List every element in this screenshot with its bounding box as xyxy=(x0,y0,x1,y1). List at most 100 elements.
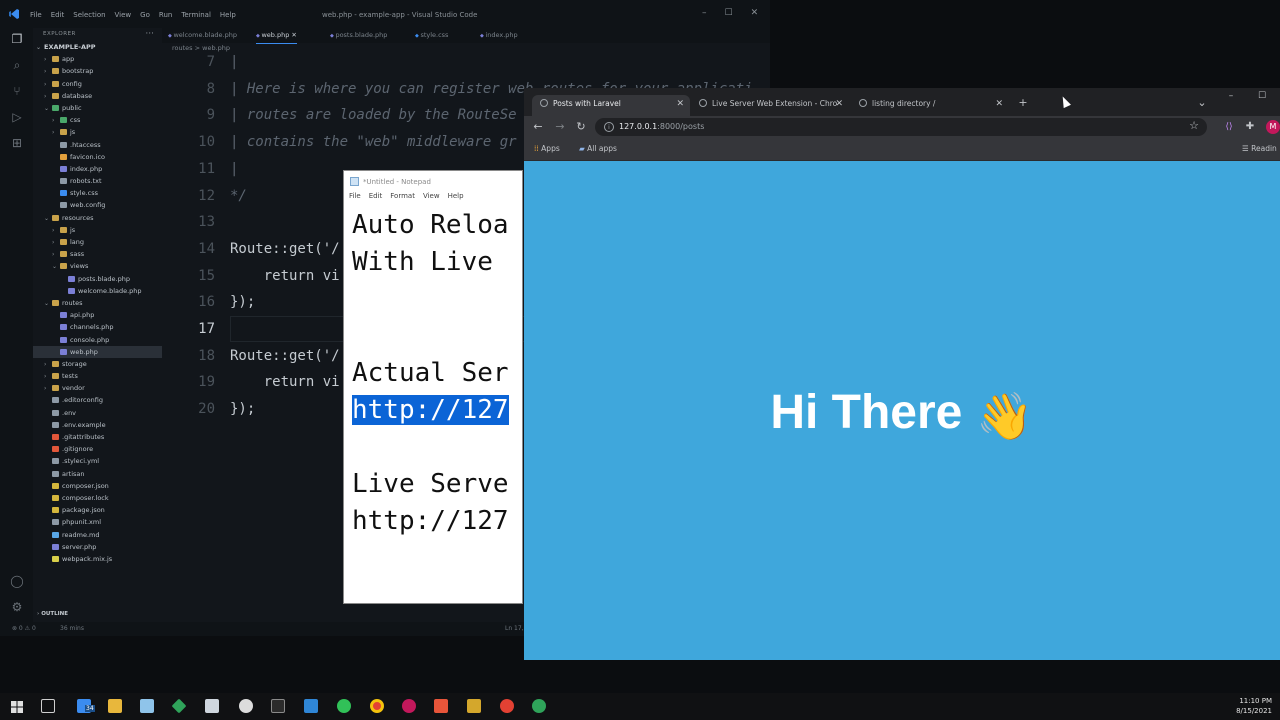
tree-item[interactable]: composer.json xyxy=(33,480,162,492)
app-green-icon[interactable] xyxy=(532,699,546,713)
explorer-icon[interactable]: ❐ xyxy=(10,32,24,46)
tree-item[interactable]: .htaccess xyxy=(33,139,162,151)
source-control-icon[interactable]: ⑂ xyxy=(10,84,24,98)
notepad-app-icon[interactable] xyxy=(140,699,154,713)
tree-item[interactable]: › storage xyxy=(33,358,162,370)
tree-item[interactable]: ⌄ resources xyxy=(33,212,162,224)
browser-tab[interactable]: listing directory / ✕ xyxy=(851,95,1009,116)
tree-item[interactable]: › js xyxy=(33,224,162,236)
profile-avatar[interactable]: M xyxy=(1266,120,1280,134)
tree-item[interactable]: posts.blade.php xyxy=(33,273,162,285)
windows-start-icon[interactable] xyxy=(10,699,24,713)
maximize-icon[interactable]: ☐ xyxy=(1255,89,1269,103)
bookmark-star-icon[interactable]: ☆ xyxy=(1189,119,1199,132)
tree-item[interactable]: › tests xyxy=(33,370,162,382)
close-tab-icon[interactable]: ✕ xyxy=(995,95,1003,113)
tree-item[interactable]: .env xyxy=(33,407,162,419)
menu-selection[interactable]: Selection xyxy=(73,11,105,19)
tree-item[interactable]: web.config xyxy=(33,199,162,211)
site-info-icon[interactable]: i xyxy=(604,122,614,132)
calculator-icon[interactable] xyxy=(205,699,219,713)
all-apps-bookmark[interactable]: ▰ All apps xyxy=(579,144,617,153)
tree-item[interactable]: webpack.mix.js xyxy=(33,553,162,565)
calendar-app-icon[interactable]: 34 xyxy=(77,699,95,713)
menu-go[interactable]: Go xyxy=(140,11,150,19)
minimize-icon[interactable]: – xyxy=(702,8,707,18)
notepad-menu-view[interactable]: View xyxy=(423,192,440,204)
extensions-puzzle-icon[interactable]: ✚ xyxy=(1243,120,1257,134)
tree-item[interactable]: .gitattributes xyxy=(33,431,162,443)
tree-item[interactable]: favicon.ico xyxy=(33,151,162,163)
extension-icon[interactable]: ⟨⟩ xyxy=(1222,120,1236,134)
editor-tab[interactable]: ◆ posts.blade.php xyxy=(330,28,387,43)
tree-item[interactable]: web.php xyxy=(33,345,162,358)
extensions-icon[interactable]: ⊞ xyxy=(10,136,24,150)
tree-item[interactable]: composer.lock xyxy=(33,492,162,504)
tree-item[interactable]: server.php xyxy=(33,541,162,553)
problems-indicator[interactable]: ⊗ 0 ⚠ 0 xyxy=(12,625,36,632)
terminal-icon[interactable] xyxy=(271,699,285,713)
menu-file[interactable]: File xyxy=(30,11,42,19)
notepad-menu-format[interactable]: Format xyxy=(390,192,415,204)
editor-tab[interactable]: ◆ web.php ✕ xyxy=(256,28,297,44)
menu-edit[interactable]: Edit xyxy=(51,11,65,19)
browser-tab[interactable]: Posts with Laravel ✕ xyxy=(532,95,690,116)
tree-item[interactable]: package.json xyxy=(33,504,162,516)
reload-icon[interactable]: ↻ xyxy=(574,120,588,134)
menu-run[interactable]: Run xyxy=(159,11,172,19)
tree-item[interactable]: readme.md xyxy=(33,529,162,541)
close-icon[interactable]: ✕ xyxy=(751,8,759,18)
tree-item[interactable]: api.php xyxy=(33,309,162,321)
menu-view[interactable]: View xyxy=(115,11,132,19)
tree-item[interactable]: robots.txt xyxy=(33,175,162,187)
close-tab-icon[interactable]: ✕ xyxy=(289,31,296,39)
settings-gear-icon[interactable]: ⚙ xyxy=(10,600,24,614)
notepad-text-area[interactable]: Auto Reloa With Live Actual Ser http://127… xyxy=(352,207,509,540)
reading-list-button[interactable]: ☰ Readin xyxy=(1242,144,1277,153)
tree-item[interactable]: console.php xyxy=(33,334,162,346)
account-icon[interactable]: ◯ xyxy=(10,574,24,588)
chrome-alt-icon[interactable] xyxy=(500,699,514,713)
close-tab-icon[interactable]: ✕ xyxy=(835,95,843,113)
tree-item[interactable]: ⌄ routes xyxy=(33,297,162,309)
cursor-position[interactable]: Ln 17, xyxy=(505,625,524,632)
vscode-taskbar-icon[interactable] xyxy=(304,699,318,713)
tree-item[interactable]: index.php xyxy=(33,163,162,175)
clock-app-icon[interactable] xyxy=(239,699,253,713)
tree-item[interactable]: › bootstrap xyxy=(33,65,162,77)
tree-item[interactable]: channels.php xyxy=(33,321,162,333)
tree-item[interactable]: ⌄ views xyxy=(33,260,162,272)
tree-item[interactable]: › database xyxy=(33,90,162,102)
tree-item[interactable]: › lang xyxy=(33,236,162,248)
tree-item[interactable]: style.css xyxy=(33,187,162,199)
editor-tab[interactable]: ◆ welcome.blade.php xyxy=(168,28,237,43)
tree-item[interactable]: welcome.blade.php xyxy=(33,285,162,297)
tree-item[interactable]: › css xyxy=(33,114,162,126)
editor-tab[interactable]: ◆ index.php xyxy=(480,28,518,43)
notepad-menu-edit[interactable]: Edit xyxy=(369,192,383,204)
tree-item[interactable]: .gitignore xyxy=(33,443,162,455)
whatsapp-icon[interactable] xyxy=(337,699,351,713)
minimize-icon[interactable]: – xyxy=(1224,89,1238,103)
tree-item[interactable]: › js xyxy=(33,126,162,138)
outline-section[interactable]: › OUTLINE xyxy=(37,611,68,617)
menu-terminal[interactable]: Terminal xyxy=(181,11,211,19)
tree-item[interactable]: phpunit.xml xyxy=(33,516,162,528)
tree-item[interactable]: ⌄ public xyxy=(33,102,162,114)
apps-bookmark[interactable]: ⁞⁞ Apps xyxy=(534,144,560,153)
new-tab-icon[interactable]: + xyxy=(1016,96,1030,110)
task-view-icon[interactable] xyxy=(41,699,55,713)
more-actions-icon[interactable]: ··· xyxy=(145,29,154,39)
forward-arrow-icon[interactable]: → xyxy=(553,120,567,134)
maximize-icon[interactable]: ☐ xyxy=(725,8,733,18)
project-root[interactable]: ⌄ EXAMPLE-APP xyxy=(33,41,162,53)
tab-search-icon[interactable]: ⌄ xyxy=(1195,96,1209,110)
tree-item[interactable]: artisan xyxy=(33,468,162,480)
search-icon[interactable]: ⌕ xyxy=(10,58,24,72)
tree-item[interactable]: › app xyxy=(33,53,162,65)
editor-tab[interactable]: ◆ style.css xyxy=(415,28,448,43)
browser-tab[interactable]: Live Server Web Extension - Chro ✕ xyxy=(691,95,849,116)
notepad-menu-help[interactable]: Help xyxy=(448,192,464,204)
tree-item[interactable]: › sass xyxy=(33,248,162,260)
tree-item[interactable]: › vendor xyxy=(33,382,162,394)
